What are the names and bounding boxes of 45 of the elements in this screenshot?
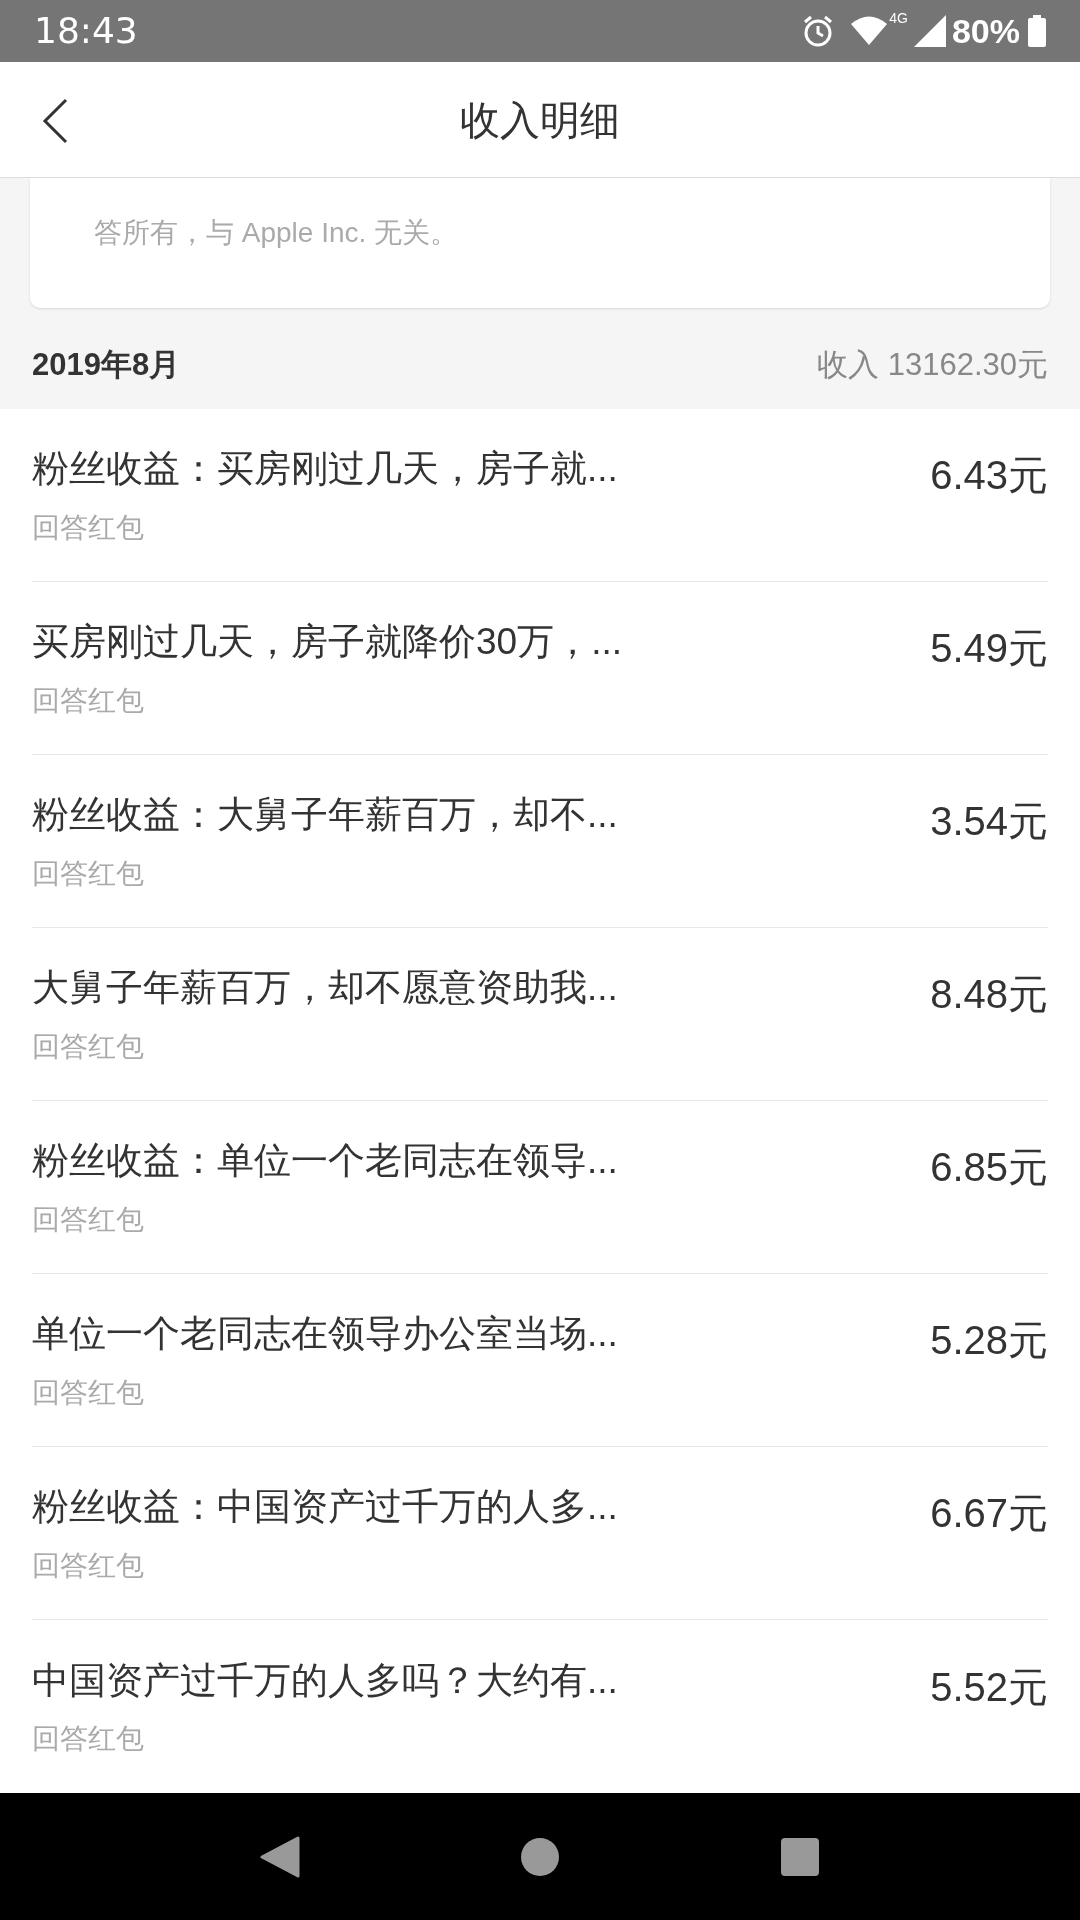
income-amount: 5.52元 — [930, 1663, 1048, 1711]
income-amount: 3.54元 — [930, 798, 1048, 845]
page-title: 收入明细 — [460, 96, 620, 144]
income-title: 粉丝收益：中国资产过千万的人多... — [32, 1485, 618, 1530]
income-type: 回答红包 — [32, 1375, 145, 1410]
income-amount: 6.43元 — [930, 452, 1048, 499]
clock-time: 18:43 — [34, 9, 138, 53]
wifi-icon — [849, 15, 890, 47]
battery-percent: 80% — [951, 10, 1020, 52]
income-title: 中国资产过千万的人多吗？大约有... — [32, 1658, 618, 1703]
income-title: 大舅子年薪百万，却不愿意资助我... — [32, 966, 618, 1011]
income-row[interactable]: 粉丝收益：中国资产过千万的人多... 回答红包 6.67元 — [32, 1447, 1048, 1620]
income-row[interactable]: 大舅子年薪百万，却不愿意资助我... 回答红包 8.48元 — [32, 928, 1048, 1101]
income-row[interactable]: 单位一个老同志在领导办公室当场... 回答红包 5.28元 — [32, 1274, 1048, 1447]
income-type: 回答红包 — [32, 1202, 145, 1237]
nav-back-icon[interactable] — [260, 1835, 300, 1878]
income-title: 粉丝收益：大舅子年薪百万，却不... — [32, 793, 618, 838]
income-row[interactable]: 粉丝收益：大舅子年薪百万，却不... 回答红包 3.54元 — [32, 755, 1048, 928]
income-row[interactable]: 买房刚过几天，房子就降价30万，... 回答红包 5.49元 — [32, 582, 1048, 755]
income-type: 回答红包 — [32, 1548, 145, 1583]
nav-home-icon[interactable] — [520, 1836, 560, 1877]
battery-icon — [1028, 15, 1046, 47]
month-total: 收入 13162.30元 — [817, 346, 1048, 385]
income-type: 回答红包 — [32, 510, 145, 545]
income-row[interactable]: 粉丝收益：买房刚过几天，房子就... 回答红包 6.43元 — [32, 409, 1048, 582]
income-amount: 8.48元 — [930, 971, 1048, 1018]
network-type: 4G — [889, 9, 908, 28]
nav-recents-icon[interactable] — [780, 1836, 820, 1877]
income-amount: 5.28元 — [930, 1317, 1048, 1364]
income-amount: 5.49元 — [930, 625, 1048, 672]
income-title: 粉丝收益：单位一个老同志在领导... — [32, 1139, 618, 1184]
income-amount: 6.85元 — [930, 1144, 1048, 1191]
month-label: 2019年8月 — [32, 346, 181, 385]
income-type: 回答红包 — [32, 683, 145, 718]
income-title: 买房刚过几天，房子就降价30万，... — [32, 620, 622, 665]
income-row[interactable]: 中国资产过千万的人多吗？大约有... 回答红包 5.52元 — [32, 1620, 1048, 1793]
income-type: 回答红包 — [32, 856, 145, 891]
income-title: 粉丝收益：买房刚过几天，房子就... — [32, 447, 618, 492]
income-amount: 6.67元 — [930, 1490, 1048, 1537]
notice-text: 答所有，与 Apple Inc. 无关。 — [94, 216, 460, 250]
income-type: 回答红包 — [32, 1029, 145, 1064]
back-icon[interactable] — [42, 98, 68, 144]
income-title: 单位一个老同志在领导办公室当场... — [32, 1312, 618, 1357]
income-row[interactable]: 粉丝收益：单位一个老同志在领导... 回答红包 6.85元 — [32, 1101, 1048, 1274]
income-type: 回答红包 — [32, 1722, 145, 1757]
